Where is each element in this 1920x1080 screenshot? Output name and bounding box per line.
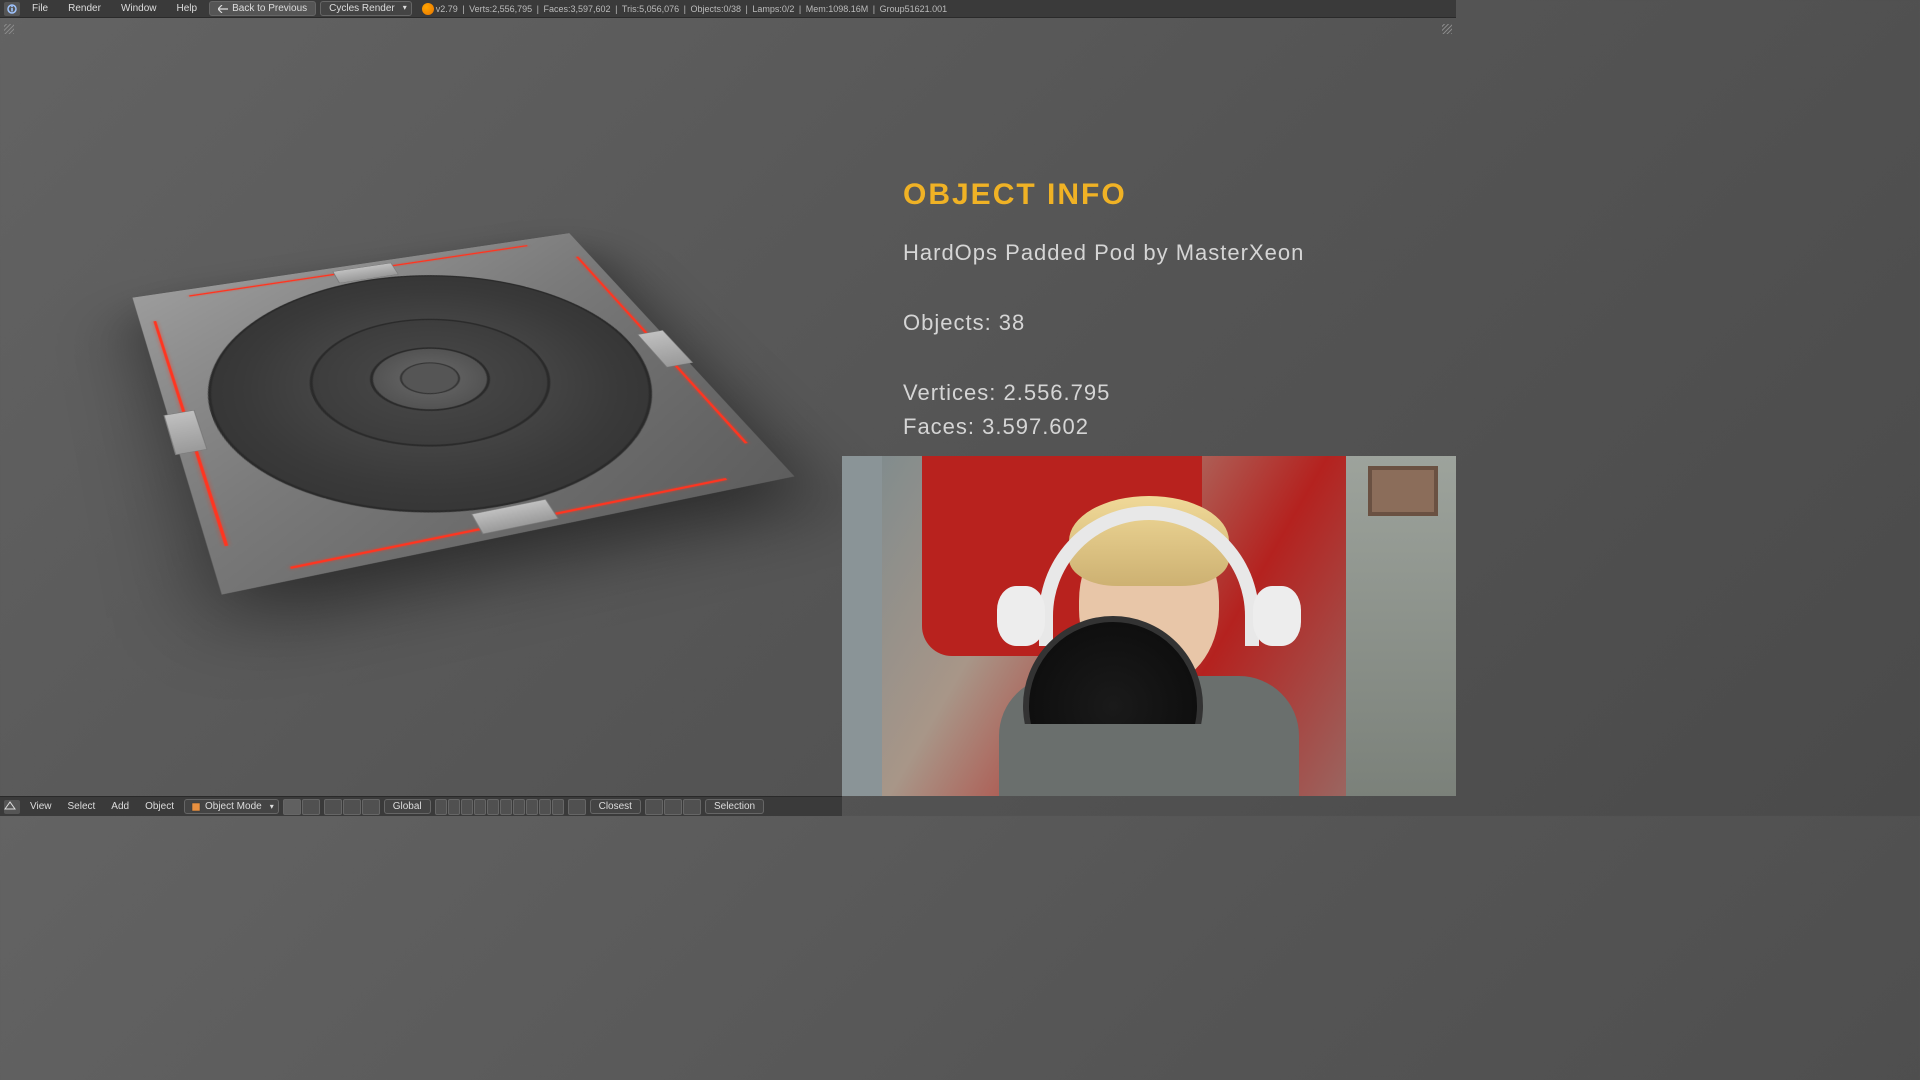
overlay-subtitle: HardOps Padded Pod by MasterXeon xyxy=(903,240,1304,266)
object-mode-icon xyxy=(191,802,201,812)
blender-logo-icon xyxy=(422,3,434,15)
info-editor-icon[interactable] xyxy=(4,2,20,16)
stat-mem: Mem:1098.16M xyxy=(806,4,869,14)
render-icon2[interactable] xyxy=(664,799,682,815)
layer-icon[interactable] xyxy=(500,799,512,815)
layer-icon[interactable] xyxy=(552,799,564,815)
menu-file[interactable]: File xyxy=(24,1,56,16)
top-menu-bar: File Render Window Help Back to Previous… xyxy=(0,0,1456,18)
shading-textured-icon[interactable] xyxy=(302,799,320,815)
layer-group xyxy=(435,799,564,815)
menu-add[interactable]: Add xyxy=(105,799,135,814)
mode-label: Object Mode xyxy=(205,801,262,812)
viewport-bottom-bar: View Select Add Object Object Mode Globa… xyxy=(0,796,842,816)
header-stats: v2.79 | Verts:2,556,795 | Faces:3,597,60… xyxy=(416,3,947,15)
layer-icon[interactable] xyxy=(513,799,525,815)
3d-viewport[interactable]: OBJECT INFO HardOps Padded Pod by Master… xyxy=(0,18,1456,796)
menu-view[interactable]: View xyxy=(24,799,58,814)
menu-help[interactable]: Help xyxy=(169,1,206,16)
stat-group: Group51621.001 xyxy=(880,4,948,14)
render-icon3[interactable] xyxy=(683,799,701,815)
layer-icon[interactable] xyxy=(487,799,499,815)
back-arrow-icon xyxy=(218,5,228,13)
manipulator-icon[interactable] xyxy=(343,799,361,815)
stat-objects: Objects:0/38 xyxy=(690,4,741,14)
orientation-label: Global xyxy=(393,801,422,812)
back-to-previous-button[interactable]: Back to Previous xyxy=(209,1,316,16)
layer-icon[interactable] xyxy=(474,799,486,815)
axis-x-icon[interactable] xyxy=(362,799,380,815)
layer-icon[interactable] xyxy=(461,799,473,815)
menu-window[interactable]: Window xyxy=(113,1,165,16)
photo-frame xyxy=(1368,466,1438,516)
overlay-faces: Faces: 3.597.602 xyxy=(903,414,1304,440)
back-button-label: Back to Previous xyxy=(232,3,307,14)
shading-mode-group xyxy=(283,799,320,815)
pivot-group xyxy=(324,799,380,815)
layer-icon[interactable] xyxy=(448,799,460,815)
render-icon[interactable] xyxy=(645,799,663,815)
selection-label-pill: Selection xyxy=(705,799,764,814)
selection-label: Selection xyxy=(714,801,755,812)
overlay-objects: Objects: 38 xyxy=(903,310,1304,336)
overlay-info-panel: OBJECT INFO HardOps Padded Pod by Master… xyxy=(903,178,1304,460)
stat-version: v2.79 xyxy=(436,4,458,14)
overlay-title: OBJECT INFO xyxy=(903,178,1304,212)
menu-select[interactable]: Select xyxy=(62,799,102,814)
menu-render[interactable]: Render xyxy=(60,1,109,16)
webcam-overlay xyxy=(842,456,1456,796)
model-preview xyxy=(60,98,800,658)
snap-select[interactable]: Closest xyxy=(590,799,641,814)
stat-tris: Tris:5,056,076 xyxy=(622,4,679,14)
mode-select[interactable]: Object Mode xyxy=(184,799,279,814)
region-collapse-handle-right[interactable] xyxy=(1442,24,1452,34)
shading-solid-icon[interactable] xyxy=(283,799,301,815)
menu-object[interactable]: Object xyxy=(139,799,180,814)
snap-toggle-icon[interactable] xyxy=(568,799,586,815)
render-engine-label: Cycles Render xyxy=(329,3,395,14)
layer-icon[interactable] xyxy=(526,799,538,815)
orientation-select[interactable]: Global xyxy=(384,799,431,814)
render-engine-select[interactable]: Cycles Render xyxy=(320,1,412,16)
stat-verts: Verts:2,556,795 xyxy=(469,4,532,14)
stat-lamps: Lamps:0/2 xyxy=(752,4,794,14)
stat-faces: Faces:3,597,602 xyxy=(544,4,611,14)
layer-icon[interactable] xyxy=(435,799,447,815)
region-collapse-handle[interactable] xyxy=(4,24,14,34)
pivot-icon[interactable] xyxy=(324,799,342,815)
layer-icon[interactable] xyxy=(539,799,551,815)
overlay-vertices: Vertices: 2.556.795 xyxy=(903,380,1304,406)
model-plate xyxy=(132,233,794,594)
editor-type-icon[interactable] xyxy=(4,800,20,814)
render-group xyxy=(645,799,701,815)
snap-label: Closest xyxy=(599,801,632,812)
